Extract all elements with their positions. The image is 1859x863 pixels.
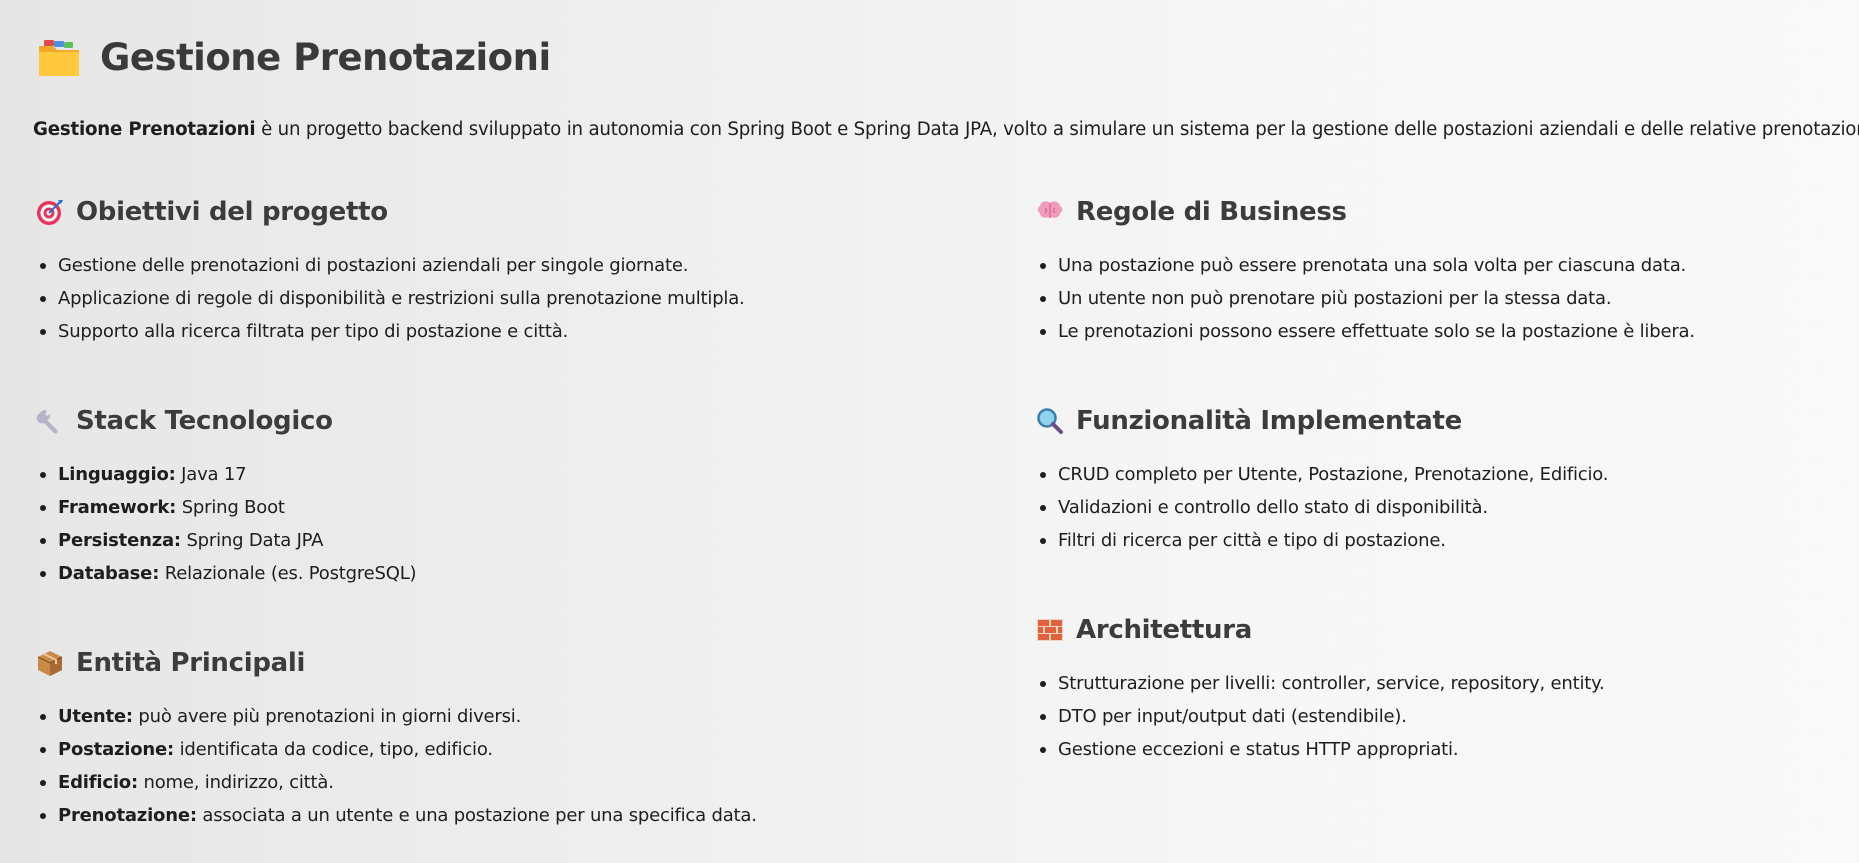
list-item: Framework: Spring Boot <box>36 491 416 524</box>
file-folder-icon <box>36 38 82 78</box>
section-heading: Funzionalità Implementate <box>1036 406 1608 436</box>
page-title-text: Gestione Prenotazioni <box>100 36 551 79</box>
list-item: Linguaggio: Java 17 <box>36 458 416 491</box>
list-funzionalita: CRUD completo per Utente, Postazione, Pr… <box>1036 458 1609 557</box>
section-heading: Obiettivi del progetto <box>36 197 745 227</box>
intro-text: è un progetto backend sviluppato in auto… <box>255 119 1859 140</box>
intro-bold: Gestione Prenotazioni <box>33 119 256 140</box>
magnifying-glass-icon <box>1036 407 1064 435</box>
intro-paragraph: Gestione Prenotazioni è un progetto back… <box>33 119 1859 140</box>
list-item: Applicazione di regole di disponibilità … <box>36 282 745 315</box>
list-item: CRUD completo per Utente, Postazione, Pr… <box>1036 458 1609 491</box>
list-stack: Linguaggio: Java 17 Framework: Spring Bo… <box>36 458 417 590</box>
section-stack: Stack Tecnologico Linguaggio: Java 17 Fr… <box>36 406 417 590</box>
list-item: Supporto alla ricerca filtrata per tipo … <box>36 315 745 348</box>
brick-icon <box>1036 616 1064 644</box>
list-item: Utente: può avere più prenotazioni in gi… <box>36 700 757 733</box>
section-regole: Regole di Business Una postazione può es… <box>1036 197 1695 348</box>
wrench-icon <box>36 407 64 435</box>
section-obiettivi: Obiettivi del progetto Gestione delle pr… <box>36 197 745 348</box>
target-icon <box>36 198 64 226</box>
list-regole: Una postazione può essere prenotata una … <box>1036 249 1695 348</box>
list-item: Validazioni e controllo dello stato di d… <box>1036 491 1608 524</box>
list-item: Edificio: nome, indirizzo, città. <box>36 766 757 799</box>
list-item: Una postazione può essere prenotata una … <box>1036 249 1695 282</box>
list-item: Le prenotazioni possono essere effettuat… <box>1036 315 1695 348</box>
section-heading: Entità Principali <box>36 648 757 678</box>
section-heading: Architettura <box>1036 615 1605 645</box>
package-icon <box>36 649 64 677</box>
list-architettura: Strutturazione per livelli: controller, … <box>1036 667 1605 766</box>
list-obiettivi: Gestione delle prenotazioni di postazion… <box>36 249 745 348</box>
list-item: Postazione: identificata da codice, tipo… <box>36 733 757 766</box>
list-item: Prenotazione: associata a un utente e un… <box>36 799 757 832</box>
list-item: Un utente non può prenotare più postazio… <box>1036 282 1695 315</box>
list-entita: Utente: può avere più prenotazioni in gi… <box>36 700 757 832</box>
brain-icon <box>1036 198 1064 226</box>
section-heading: Regole di Business <box>1036 197 1695 227</box>
section-heading: Stack Tecnologico <box>36 406 416 436</box>
list-item: DTO per input/output dati (estendibile). <box>1036 700 1605 733</box>
page-title: Gestione Prenotazioni <box>36 36 551 79</box>
list-item: Database: Relazionale (es. PostgreSQL) <box>36 557 417 590</box>
list-item: Persistenza: Spring Data JPA <box>36 524 416 557</box>
section-entita: Entità Principali Utente: può avere più … <box>36 648 757 832</box>
section-funzionalita: Funzionalità Implementate CRUD completo … <box>1036 406 1609 557</box>
list-item: Strutturazione per livelli: controller, … <box>1036 667 1605 700</box>
section-architettura: Architettura Strutturazione per livelli:… <box>1036 615 1605 766</box>
list-item: Filtri di ricerca per città e tipo di po… <box>1036 524 1608 557</box>
list-item: Gestione delle prenotazioni di postazion… <box>36 249 745 282</box>
list-item: Gestione eccezioni e status HTTP appropr… <box>1036 733 1605 766</box>
